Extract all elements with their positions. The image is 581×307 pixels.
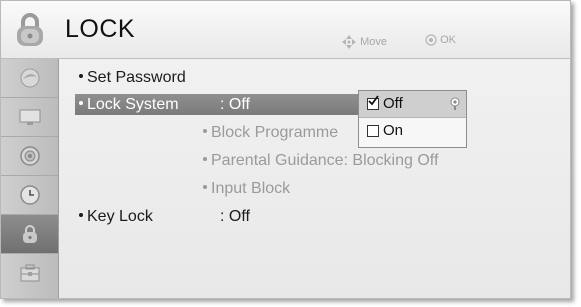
- bullet: [79, 212, 83, 217]
- category-sidebar: [1, 59, 59, 298]
- option-icon: [20, 264, 39, 282]
- sidebar-item-picture[interactable]: [1, 59, 58, 98]
- menu-header: LOCK Move OK: [1, 1, 570, 59]
- menu-item-input-block: Input Block: [203, 180, 290, 198]
- audio-icon: [19, 146, 40, 166]
- option-label: On: [383, 122, 404, 139]
- navigation-arrows-icon: [342, 35, 356, 49]
- lock-menu-panel: LOCK Move OK Set Password Lock System: …: [0, 0, 571, 299]
- bullet: [203, 128, 207, 133]
- menu-item-label: Set Password: [87, 69, 186, 86]
- bullet: [203, 156, 207, 161]
- bullet: [203, 184, 207, 189]
- menu-item-label: Block Programme: [211, 124, 339, 141]
- picture-icon: [20, 68, 39, 88]
- lock-system-value: : Off: [220, 96, 250, 113]
- pointer-icon: [450, 97, 460, 110]
- menu-item-parental-guidance: Parental Guidance: Blocking Off: [203, 152, 438, 170]
- clock-icon: [19, 185, 40, 205]
- lock-system-options-popup: Off On: [358, 90, 467, 148]
- sidebar-item-audio[interactable]: [1, 137, 58, 176]
- checkbox: [367, 125, 379, 137]
- sidebar-item-option[interactable]: [1, 254, 58, 292]
- menu-content: Set Password Lock System : Off Block Pro…: [59, 59, 570, 298]
- move-hint: Move: [341, 34, 387, 50]
- menu-item-label: Key Lock: [87, 208, 153, 225]
- checkmark-icon: [368, 95, 379, 106]
- page-title: LOCK: [65, 15, 136, 43]
- menu-item-label: Parental Guidance: Blocking Off: [211, 152, 439, 169]
- bullet: [79, 100, 83, 105]
- ok-button-icon: [425, 34, 437, 46]
- menu-item-label: Input Block: [211, 180, 291, 197]
- screen-icon: [19, 109, 40, 125]
- ok-hint-label: OK: [440, 34, 456, 46]
- option-on[interactable]: On: [359, 118, 466, 144]
- sidebar-item-screen[interactable]: [1, 98, 58, 137]
- sidebar-item-time[interactable]: [1, 176, 58, 215]
- menu-item-label: Lock System: [87, 96, 179, 113]
- menu-item-block-programme: Block Programme: [203, 124, 338, 142]
- sidebar-item-lock[interactable]: [1, 215, 58, 254]
- move-hint-label: Move: [360, 35, 387, 48]
- lock-icon: [22, 225, 37, 243]
- menu-item-set-password[interactable]: Set Password: [79, 69, 186, 87]
- option-off[interactable]: Off: [359, 91, 466, 118]
- bullet: [79, 73, 83, 78]
- menu-item-lock-system[interactable]: Lock System: [79, 96, 179, 114]
- key-lock-value: : Off: [220, 208, 250, 225]
- lock-icon: [17, 13, 43, 46]
- option-label: Off: [383, 95, 403, 112]
- menu-item-key-lock[interactable]: Key Lock: [79, 208, 153, 226]
- ok-hint: OK: [425, 34, 456, 46]
